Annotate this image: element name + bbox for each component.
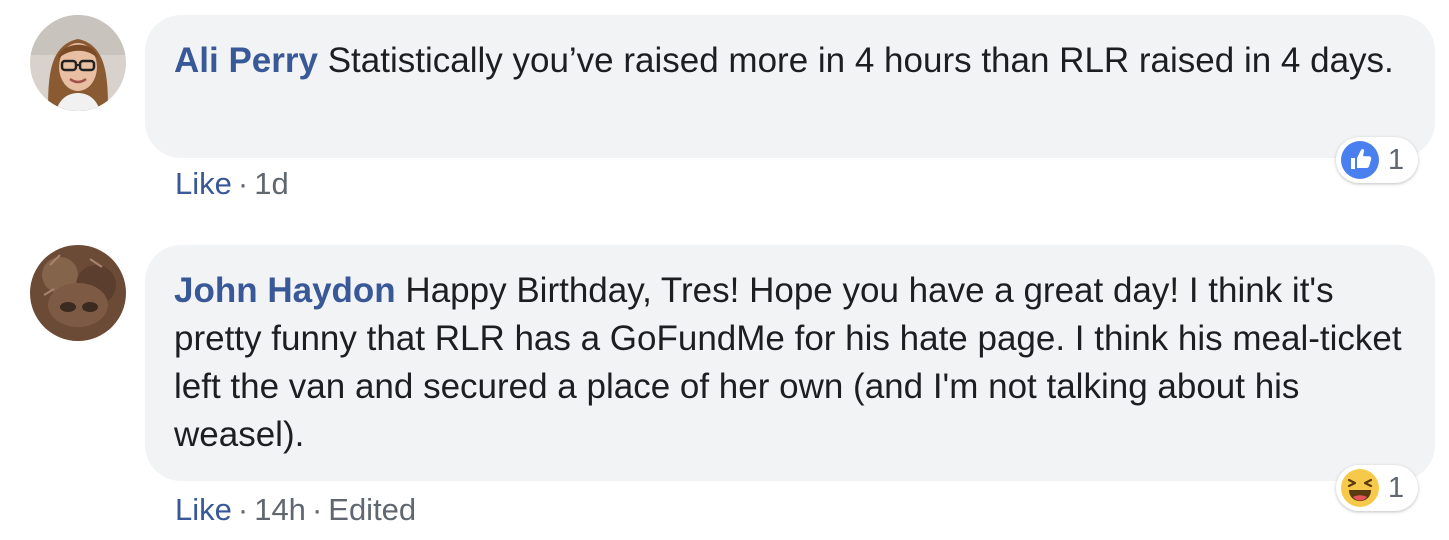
reaction-count: 1 xyxy=(1388,471,1405,504)
comment-timestamp[interactable]: 1d xyxy=(254,166,288,201)
avatar-photo xyxy=(30,245,126,341)
comment-item: Ali Perry Statistically you’ve raised mo… xyxy=(0,0,1449,230)
edited-label[interactable]: Edited xyxy=(328,492,416,527)
comment-bubble: John Haydon Happy Birthday, Tres! Hope y… xyxy=(145,245,1435,481)
separator-dot: · xyxy=(237,166,249,201)
avatar[interactable] xyxy=(30,245,126,341)
reaction-summary[interactable]: 1 xyxy=(1336,137,1419,183)
reaction-summary[interactable]: 1 xyxy=(1336,465,1419,511)
like-link[interactable]: Like xyxy=(175,166,232,201)
comment-timestamp[interactable]: 14h xyxy=(254,492,306,527)
avatar[interactable] xyxy=(30,15,126,111)
reaction-count: 1 xyxy=(1388,143,1405,176)
like-link[interactable]: Like xyxy=(175,492,232,527)
separator-dot: · xyxy=(237,492,249,527)
separator-dot: · xyxy=(311,492,323,527)
comment-author-link[interactable]: Ali Perry xyxy=(174,41,318,80)
like-icon xyxy=(1341,141,1379,179)
comment-actions: Like · 1d xyxy=(175,166,289,202)
comment-item: John Haydon Happy Birthday, Tres! Hope y… xyxy=(0,230,1449,540)
comment-text: Statistically you’ve raised more in 4 ho… xyxy=(327,41,1394,80)
comment-actions: Like · 14h · Edited xyxy=(175,492,416,528)
comment-author-link[interactable]: John Haydon xyxy=(174,271,396,310)
avatar-photo xyxy=(30,15,126,111)
haha-icon xyxy=(1341,469,1379,507)
comment-bubble: Ali Perry Statistically you’ve raised mo… xyxy=(145,15,1435,158)
